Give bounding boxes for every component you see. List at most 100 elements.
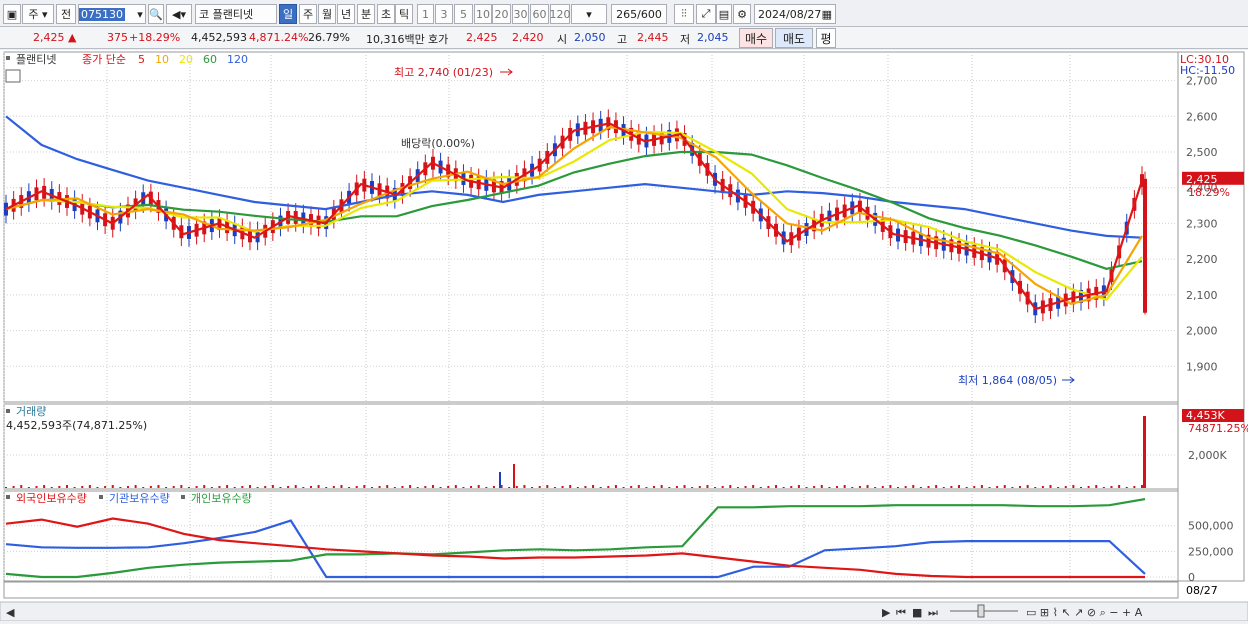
- volume-bar: [58, 486, 61, 488]
- volume-bar: [363, 485, 366, 488]
- holdings-legend-0: 외국인보유수량: [16, 492, 87, 505]
- chart-area[interactable]: 2023/07091011122024/010203040506070808/2…: [0, 50, 1248, 622]
- volume-bar: [264, 486, 267, 488]
- interval-button-20[interactable]: 20: [492, 4, 511, 24]
- period-tab-1[interactable]: 주: [299, 4, 317, 24]
- period-tab-3[interactable]: 년: [337, 4, 355, 24]
- legend-ma-label: 종가 단순: [82, 53, 126, 66]
- volume-bar: [401, 486, 404, 488]
- volume-bar: [858, 486, 861, 488]
- volume-bar: [546, 485, 549, 488]
- volume-bar: [1125, 487, 1128, 488]
- interval-button-10[interactable]: 10: [474, 4, 492, 24]
- volume-axis-label: 2,000K: [1188, 449, 1227, 462]
- last-candle-body: [1143, 178, 1147, 313]
- gear-icon[interactable]: ⚙: [733, 4, 751, 24]
- data-count-field[interactable]: 265/600: [611, 4, 667, 24]
- volume-bar: [592, 485, 595, 488]
- volume-bar: [744, 486, 747, 488]
- period-tab-6[interactable]: 틱: [395, 4, 413, 24]
- volume-bar: [988, 487, 991, 488]
- volume-bar: [73, 487, 76, 488]
- current-price-tag-label: 2,425: [1186, 173, 1218, 186]
- volume-bar: [721, 486, 724, 488]
- window-icon[interactable]: ▣: [3, 4, 21, 24]
- open-label: 시: [557, 33, 568, 46]
- price-axis-label: 2,300: [1186, 217, 1218, 230]
- legend-stock-name: 플랜티넷: [16, 53, 56, 66]
- price-axis-label: 2,200: [1186, 253, 1218, 266]
- current-pct-label: 18.29%: [1188, 186, 1230, 199]
- volume-bar: [706, 485, 709, 488]
- avg-button[interactable]: 평: [816, 28, 836, 48]
- volume-bar: [218, 486, 221, 488]
- period-tab-0[interactable]: 일: [279, 4, 297, 24]
- volume-bar: [1041, 486, 1044, 488]
- volume-bar: [370, 487, 373, 488]
- volume-bar: [897, 487, 900, 488]
- stock-name: 플랜티넷: [212, 8, 254, 21]
- volume-bar: [1064, 486, 1067, 488]
- volume-bar: [454, 485, 457, 488]
- search-icon[interactable]: 🔍: [148, 4, 164, 24]
- volume-bar: [599, 487, 602, 488]
- volume-bar: [523, 485, 526, 488]
- low-label: 저: [680, 33, 691, 46]
- volume-bar: [553, 487, 556, 488]
- period-tab-2[interactable]: 월: [318, 4, 336, 24]
- prev-button[interactable]: 전: [56, 4, 76, 24]
- volume-bar: [416, 487, 419, 488]
- volume-bar: [1057, 487, 1060, 488]
- volume-bar: [126, 486, 129, 488]
- speaker-icon[interactable]: ◀▾: [166, 4, 192, 24]
- buy-button[interactable]: 매수: [739, 28, 773, 48]
- volume-bar: [607, 486, 610, 488]
- volume-bar: [653, 486, 656, 488]
- volume-bar: [104, 486, 107, 488]
- volume-bar: [683, 485, 686, 488]
- volume-bar: [393, 487, 396, 488]
- interval-button-60[interactable]: 60: [530, 4, 549, 24]
- interval-button-120[interactable]: 120: [550, 4, 571, 24]
- candle-type-icon[interactable]: ⫶⫶: [674, 4, 694, 24]
- interval-button-3[interactable]: 3: [435, 4, 453, 24]
- volume-bar: [172, 486, 175, 488]
- sell-button[interactable]: 매도: [775, 28, 813, 48]
- volume-bar: [195, 486, 198, 488]
- volume-bar: [965, 487, 968, 488]
- period-tab-4[interactable]: 분: [357, 4, 375, 24]
- trend-tool-icon[interactable]: ⤢: [696, 4, 716, 24]
- code-dropdown-icon[interactable]: ▾: [134, 4, 146, 24]
- holdings-axis-label: 250,000: [1188, 545, 1234, 558]
- volume-bar: [294, 485, 297, 488]
- volume-bar: [660, 485, 663, 488]
- interval-button-5[interactable]: 5: [454, 4, 473, 24]
- last-icon: ⏭: [928, 606, 938, 619]
- save-icon[interactable]: ▤: [716, 4, 732, 24]
- volume-bar: [698, 486, 701, 488]
- volume-bar: [210, 487, 213, 488]
- volume-bar: [35, 486, 38, 488]
- interval-button-1[interactable]: 1: [417, 4, 434, 24]
- volume-bar: [43, 485, 46, 488]
- date-field[interactable]: 2024/08/27 ▦: [754, 4, 836, 24]
- holdings-legend-1: 기관보유수량: [109, 492, 170, 505]
- volume-bar: [942, 487, 945, 488]
- stock-chart[interactable]: 2023/07091011122024/010203040506070808/2…: [0, 50, 1248, 622]
- price-change: 375: [107, 31, 128, 44]
- period-tab-5[interactable]: 초: [377, 4, 395, 24]
- interval-button-30[interactable]: 30: [512, 4, 529, 24]
- volume-bar: [157, 485, 160, 488]
- scroll-left-icon: ◀: [6, 606, 15, 619]
- period-unit-select[interactable]: 주 ▾: [22, 4, 54, 24]
- calendar-icon[interactable]: ▦: [822, 8, 832, 21]
- interval-select[interactable]: ▾: [571, 4, 607, 24]
- volume-bar: [759, 487, 762, 488]
- volume-bar: [1110, 486, 1113, 488]
- stock-name-field[interactable]: 코 플랜티넷: [195, 4, 277, 24]
- volume-bar: [96, 487, 99, 488]
- volume-bar: [836, 486, 839, 488]
- volume-bar: [165, 487, 168, 488]
- volume-bar: [187, 487, 190, 488]
- volume-bar: [485, 487, 488, 488]
